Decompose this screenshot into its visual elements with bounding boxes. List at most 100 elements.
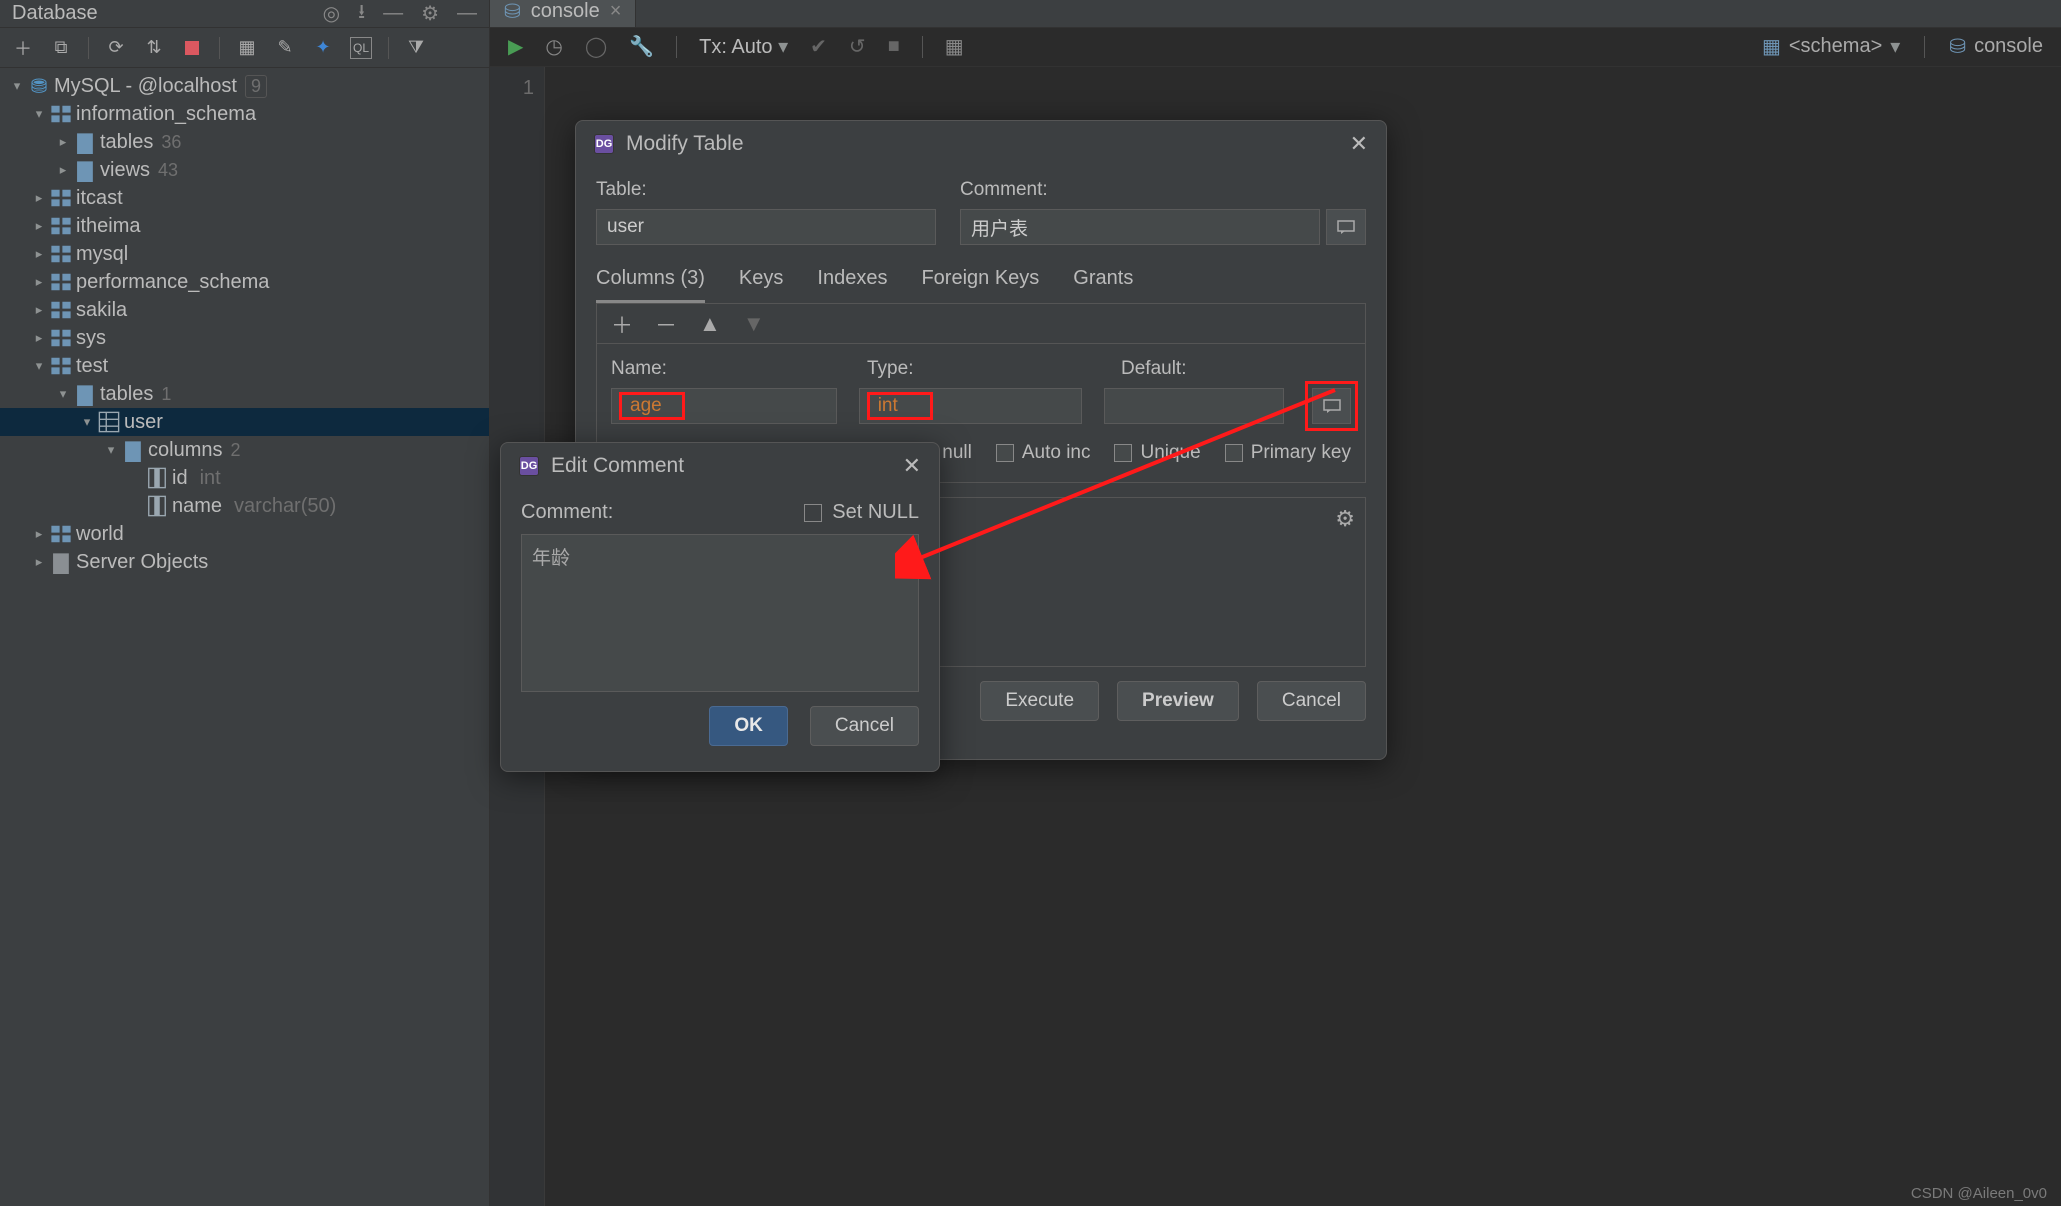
hide-icon[interactable]: — bbox=[457, 2, 477, 25]
column-icon bbox=[146, 495, 168, 517]
cancel-button[interactable]: Cancel bbox=[810, 706, 919, 746]
close-icon[interactable]: ✕ bbox=[903, 453, 921, 479]
stop-icon[interactable] bbox=[181, 37, 203, 59]
wrench-icon[interactable]: 🔧 bbox=[629, 34, 654, 59]
commit-icon[interactable]: ✔ bbox=[810, 34, 827, 59]
primary-key-checkbox[interactable]: Primary key bbox=[1225, 442, 1351, 464]
expand-toggle[interactable]: ▾ bbox=[28, 106, 50, 122]
comment-textarea[interactable]: 年龄 bbox=[521, 534, 919, 692]
col-default-input[interactable] bbox=[1104, 388, 1284, 424]
tree-column[interactable]: id bbox=[172, 467, 188, 490]
gear-icon[interactable]: ⚙ bbox=[1335, 506, 1355, 532]
preview-button[interactable]: Preview bbox=[1117, 681, 1239, 721]
set-null-checkbox[interactable]: Set NULL bbox=[804, 501, 919, 524]
tab-keys[interactable]: Keys bbox=[739, 267, 783, 303]
refresh-icon[interactable]: ⟳ bbox=[105, 37, 127, 59]
schema-selector[interactable]: ▦<schema>▾ bbox=[1762, 34, 1900, 59]
unique-checkbox[interactable]: Unique bbox=[1114, 442, 1200, 464]
col-name-label: Name: bbox=[611, 358, 845, 380]
tree-item[interactable]: test bbox=[76, 355, 108, 378]
auto-inc-checkbox[interactable]: Auto inc bbox=[996, 442, 1091, 464]
tab-columns[interactable]: Columns (3) bbox=[596, 267, 705, 303]
count-badge: 36 bbox=[161, 132, 181, 153]
close-icon[interactable]: ✕ bbox=[1350, 131, 1368, 157]
tree-item[interactable]: information_schema bbox=[76, 103, 256, 126]
tree-root[interactable]: MySQL - @localhost bbox=[54, 75, 237, 98]
tree-item-user[interactable]: user bbox=[124, 411, 163, 434]
tree-item[interactable]: itheima bbox=[76, 215, 140, 238]
tree-item[interactable]: tables bbox=[100, 383, 153, 406]
tree-item[interactable]: performance_schema bbox=[76, 271, 269, 294]
tree-column[interactable]: name bbox=[172, 495, 222, 518]
expand-toggle[interactable]: ▾ bbox=[28, 358, 50, 374]
ok-button[interactable]: OK bbox=[709, 706, 788, 746]
expand-toggle[interactable]: ▸ bbox=[28, 190, 50, 206]
add-column-icon[interactable]: ＋ bbox=[611, 308, 633, 340]
run-icon[interactable]: ▶ bbox=[508, 34, 523, 59]
gear-icon[interactable]: ⚙ bbox=[421, 1, 439, 26]
table-icon[interactable]: ▦ bbox=[236, 37, 258, 59]
add-icon[interactable]: ＋ bbox=[12, 37, 34, 59]
target-icon[interactable]: ◎ bbox=[323, 1, 340, 26]
edit-icon[interactable]: ✎ bbox=[274, 37, 296, 59]
expand-toggle[interactable]: ▸ bbox=[28, 526, 50, 542]
console-selector[interactable]: ⛁console bbox=[1949, 34, 2043, 59]
expand-toggle[interactable]: ▾ bbox=[76, 414, 98, 430]
expand-toggle[interactable]: ▾ bbox=[6, 78, 28, 94]
tree-item[interactable]: Server Objects bbox=[76, 551, 208, 574]
tree-item[interactable]: world bbox=[76, 523, 124, 546]
expand-toggle[interactable]: ▸ bbox=[52, 134, 74, 150]
col-name-input[interactable]: age bbox=[611, 388, 837, 424]
tree-item[interactable]: itcast bbox=[76, 187, 123, 210]
tx-mode-select[interactable]: Tx: Auto ▾ bbox=[699, 34, 788, 59]
rollback-icon[interactable]: ↺ bbox=[849, 34, 866, 59]
tree-item[interactable]: mysql bbox=[76, 243, 128, 266]
history-icon[interactable]: ◷ bbox=[545, 34, 562, 59]
expand-toggle[interactable]: ▸ bbox=[28, 218, 50, 234]
editor-tab-console[interactable]: ⛁ console × bbox=[490, 0, 636, 27]
expand-toggle[interactable]: ▾ bbox=[100, 442, 122, 458]
folder-icon: ▇ bbox=[74, 158, 96, 183]
filter-icon[interactable]: ⧩ bbox=[405, 37, 427, 59]
app-icon: DG bbox=[519, 456, 539, 476]
tab-foreign-keys[interactable]: Foreign Keys bbox=[921, 267, 1039, 303]
tab-indexes[interactable]: Indexes bbox=[817, 267, 887, 303]
move-up-icon[interactable]: ▲ bbox=[699, 311, 721, 337]
tree-item[interactable]: sakila bbox=[76, 299, 127, 322]
expand-toggle[interactable]: ▸ bbox=[28, 330, 50, 346]
collapse-icon[interactable]: ⭳ bbox=[358, 0, 365, 31]
tab-grants[interactable]: Grants bbox=[1073, 267, 1133, 303]
expand-toggle[interactable]: ▾ bbox=[52, 386, 74, 402]
expand-toggle[interactable]: ▸ bbox=[28, 554, 50, 570]
tree-item[interactable]: columns bbox=[148, 439, 222, 462]
move-down-icon[interactable]: ▼ bbox=[743, 311, 765, 337]
execute-button[interactable]: Execute bbox=[980, 681, 1099, 721]
expand-comment-button[interactable] bbox=[1326, 209, 1366, 245]
comment-input[interactable] bbox=[960, 209, 1320, 245]
stop-icon[interactable]: ■ bbox=[888, 35, 900, 58]
folder-icon: ▇ bbox=[122, 438, 144, 463]
close-icon[interactable]: × bbox=[610, 0, 622, 23]
tree-item[interactable]: views bbox=[100, 159, 150, 182]
minimize-icon[interactable]: — bbox=[383, 2, 403, 25]
key-icon[interactable]: ✦ bbox=[312, 37, 334, 59]
table-name-input[interactable] bbox=[596, 209, 936, 245]
expand-toggle[interactable]: ▸ bbox=[28, 274, 50, 290]
cancel-button[interactable]: Cancel bbox=[1257, 681, 1366, 721]
column-type: int bbox=[200, 467, 221, 490]
data-editor-icon[interactable]: ▦ bbox=[945, 34, 964, 59]
explain-icon[interactable]: ◯ bbox=[585, 34, 607, 59]
sync-icon[interactable]: ⇅ bbox=[143, 37, 165, 59]
tree-item[interactable]: tables bbox=[100, 131, 153, 154]
schema-icon bbox=[50, 327, 72, 349]
remove-column-icon[interactable]: － bbox=[655, 308, 677, 340]
expand-toggle[interactable]: ▸ bbox=[28, 302, 50, 318]
copy-icon[interactable]: ⧉ bbox=[50, 37, 72, 59]
console-icon[interactable]: QL bbox=[350, 37, 372, 59]
tree-item[interactable]: sys bbox=[76, 327, 106, 350]
expand-toggle[interactable]: ▸ bbox=[52, 162, 74, 178]
col-type-input[interactable]: int bbox=[859, 388, 1083, 424]
comment-label: Comment: bbox=[960, 179, 1366, 201]
col-comment-button[interactable] bbox=[1312, 388, 1351, 424]
expand-toggle[interactable]: ▸ bbox=[28, 246, 50, 262]
